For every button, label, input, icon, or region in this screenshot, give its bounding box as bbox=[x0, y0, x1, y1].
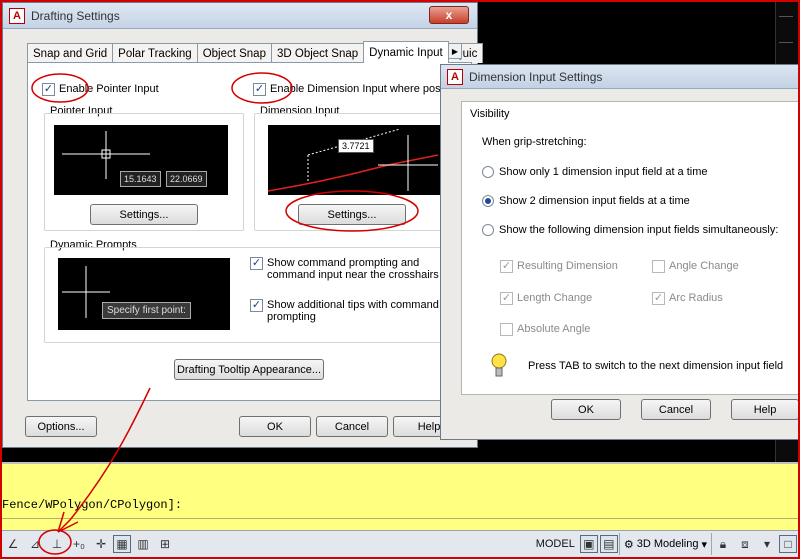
radio-show-one-field[interactable]: Show only 1 dimension input field at a t… bbox=[482, 166, 708, 178]
crosshair-icon bbox=[62, 266, 110, 318]
dynamic-input-panel: ✓ Enable Pointer Input ✓ Enable Dimensio… bbox=[27, 62, 472, 401]
enable-pointer-checkbox[interactable]: ✓ Enable Pointer Input bbox=[42, 83, 159, 96]
empty-box-icon bbox=[500, 323, 513, 336]
lightbulb-icon bbox=[491, 353, 507, 377]
dimension-settings-button[interactable]: Settings... bbox=[298, 204, 406, 225]
checkmark-icon: ✓ bbox=[652, 292, 665, 305]
cancel-button[interactable]: Cancel bbox=[316, 416, 388, 437]
dim-cancel-button[interactable]: Cancel bbox=[641, 399, 711, 420]
radio-two-label: Show 2 dimension input fields at a time bbox=[499, 195, 690, 207]
radio-off-icon bbox=[482, 166, 494, 178]
pointer-settings-button[interactable]: Settings... bbox=[90, 204, 198, 225]
ok-button[interactable]: OK bbox=[239, 416, 311, 437]
grid-display-icon[interactable]: ⊿ bbox=[25, 534, 45, 554]
ortho-mode-icon[interactable]: ⊥ bbox=[47, 534, 67, 554]
command-history-line: Fence/WPolygon/CPolygon]: bbox=[2, 498, 183, 512]
checkmark-icon: ✓ bbox=[250, 257, 263, 270]
tooltip-appearance-button[interactable]: Drafting Tooltip Appearance... bbox=[174, 359, 324, 380]
angle-change-label: Angle Change bbox=[669, 260, 739, 272]
radio-off-icon bbox=[482, 224, 494, 236]
quick-view-drawings-icon[interactable]: ▤ bbox=[599, 535, 618, 553]
tab-strip: Snap and Grid Polar Tracking Object Snap… bbox=[27, 41, 484, 63]
model-space-label[interactable]: MODEL bbox=[536, 538, 575, 550]
tab-dynamic-input[interactable]: Dynamic Input bbox=[363, 41, 449, 63]
gear-icon: ⚙ bbox=[623, 538, 634, 551]
command-window[interactable]: Fence/WPolygon/CPolygon]: bbox=[2, 462, 798, 530]
dim-help-button[interactable]: Help bbox=[731, 399, 799, 420]
checkmark-icon: ✓ bbox=[500, 292, 513, 305]
clean-screen-icon[interactable]: □ bbox=[779, 535, 797, 553]
checkmark-icon: ✓ bbox=[42, 83, 55, 96]
resulting-dimension-checkbox[interactable]: ✓ Resulting Dimension bbox=[500, 260, 618, 273]
dynamic-ucs-icon[interactable]: ▦ bbox=[113, 535, 131, 553]
coord-x-field: 15.1643 bbox=[120, 171, 161, 187]
workspace-label: 3D Modeling bbox=[636, 538, 699, 550]
dimension-settings-title: Dimension Input Settings bbox=[469, 69, 603, 84]
lineweight-icon[interactable]: ▥ bbox=[133, 534, 153, 554]
snap-mode-icon[interactable]: ∠ bbox=[3, 534, 23, 554]
dim-ok-button[interactable]: OK bbox=[551, 399, 621, 420]
dimension-input-settings-dialog: A Dimension Input Settings Visibility Wh… bbox=[440, 64, 800, 440]
empty-box-icon bbox=[652, 260, 665, 273]
radio-three-label: Show the following dimension input field… bbox=[499, 224, 779, 236]
grip-stretching-label: When grip-stretching: bbox=[482, 136, 587, 148]
lock-icon[interactable]: 🔒︎ bbox=[713, 534, 733, 554]
enable-dimension-checkbox[interactable]: ✓ Enable Dimension Input where possib bbox=[253, 83, 455, 96]
close-button[interactable]: x bbox=[429, 6, 469, 24]
absolute-angle-checkbox[interactable]: Absolute Angle bbox=[500, 323, 590, 336]
command-separator bbox=[2, 518, 798, 519]
pointer-preview: 15.1643 22.0669 bbox=[54, 125, 228, 195]
radio-on-icon bbox=[482, 195, 494, 207]
radio-one-label: Show only 1 dimension input field at a t… bbox=[499, 166, 708, 178]
chevron-down-icon: ▾ bbox=[701, 538, 707, 551]
show-command-prompting-label: Show command prompting and command input… bbox=[267, 257, 439, 281]
resulting-dimension-label: Resulting Dimension bbox=[517, 260, 618, 272]
show-additional-tips-label: Show additional tips with command prompt… bbox=[267, 299, 439, 323]
arc-radius-label: Arc Radius bbox=[669, 292, 723, 304]
dimension-settings-titlebar[interactable]: A Dimension Input Settings bbox=[441, 65, 799, 89]
tab-object-snap[interactable]: Object Snap bbox=[196, 43, 272, 63]
dynamic-input-icon[interactable]: +₀ bbox=[69, 534, 89, 554]
tab-3d-object-snap[interactable]: 3D Object Snap bbox=[270, 43, 365, 63]
radio-show-two-fields[interactable]: Show 2 dimension input fields at a time bbox=[482, 195, 690, 207]
absolute-angle-label: Absolute Angle bbox=[517, 323, 591, 335]
options-button[interactable]: Options... bbox=[25, 416, 97, 437]
dimension-value-field: 3.7721 bbox=[338, 139, 374, 153]
checkmark-icon: ✓ bbox=[500, 260, 513, 273]
drafting-titlebar[interactable]: A Drafting Settings x bbox=[3, 3, 477, 29]
visibility-label: Visibility bbox=[470, 108, 510, 120]
enable-dimension-label: Enable Dimension Input where possib bbox=[270, 83, 455, 95]
dimension-line-icon bbox=[267, 128, 439, 192]
status-bar: ∠ ⊿ ⊥ +₀ ✛ ▦ ▥ ⊞ MODEL ▣ ▤ ⚙ 3D Modeling… bbox=[2, 530, 798, 557]
autocad-logo-icon: A bbox=[447, 68, 463, 85]
drafting-settings-dialog: A Drafting Settings x Snap and Grid Pola… bbox=[2, 2, 484, 448]
prompt-preview: Specify first point: bbox=[58, 258, 230, 330]
show-additional-tips-checkbox[interactable]: ✓ Show additional tips with command prom… bbox=[250, 299, 450, 323]
visibility-group: Visibility When grip-stretching: Show on… bbox=[461, 101, 800, 395]
prompt-tooltip: Specify first point: bbox=[102, 302, 191, 319]
tab-polar-tracking[interactable]: Polar Tracking bbox=[112, 43, 198, 63]
autocad-logo-icon: A bbox=[9, 7, 25, 24]
isolate-objects-icon[interactable]: ▾ bbox=[757, 534, 777, 554]
length-change-checkbox[interactable]: ✓ Length Change bbox=[500, 292, 592, 305]
dialog-title: Drafting Settings bbox=[31, 8, 120, 23]
tab-tip-label: Press TAB to switch to the next dimensio… bbox=[528, 360, 784, 372]
workspace-switcher[interactable]: ⚙ 3D Modeling ▾ bbox=[618, 533, 712, 555]
object-snap-tracking-icon[interactable]: ✛ bbox=[91, 534, 111, 554]
tab-snap-and-grid[interactable]: Snap and Grid bbox=[27, 43, 114, 63]
dimension-preview: 3.7721 bbox=[267, 125, 442, 195]
coord-y-field: 22.0669 bbox=[166, 171, 207, 187]
hardware-acceleration-icon[interactable]: ⧈ bbox=[735, 534, 755, 554]
enable-pointer-label: Enable Pointer Input bbox=[59, 83, 159, 95]
checkmark-icon: ✓ bbox=[253, 83, 266, 96]
quick-view-layouts-icon[interactable]: ▣ bbox=[579, 535, 598, 553]
quick-properties-icon[interactable]: ⊞ bbox=[155, 534, 175, 554]
angle-change-checkbox[interactable]: Angle Change bbox=[652, 260, 739, 273]
length-change-label: Length Change bbox=[517, 292, 593, 304]
show-command-prompting-checkbox[interactable]: ✓ Show command prompting and command inp… bbox=[250, 257, 450, 281]
arc-radius-checkbox[interactable]: ✓ Arc Radius bbox=[652, 292, 723, 305]
checkmark-icon: ✓ bbox=[250, 299, 263, 312]
tab-scroll-right-icon[interactable]: ▶ bbox=[448, 43, 462, 59]
radio-show-following[interactable]: Show the following dimension input field… bbox=[482, 224, 778, 236]
